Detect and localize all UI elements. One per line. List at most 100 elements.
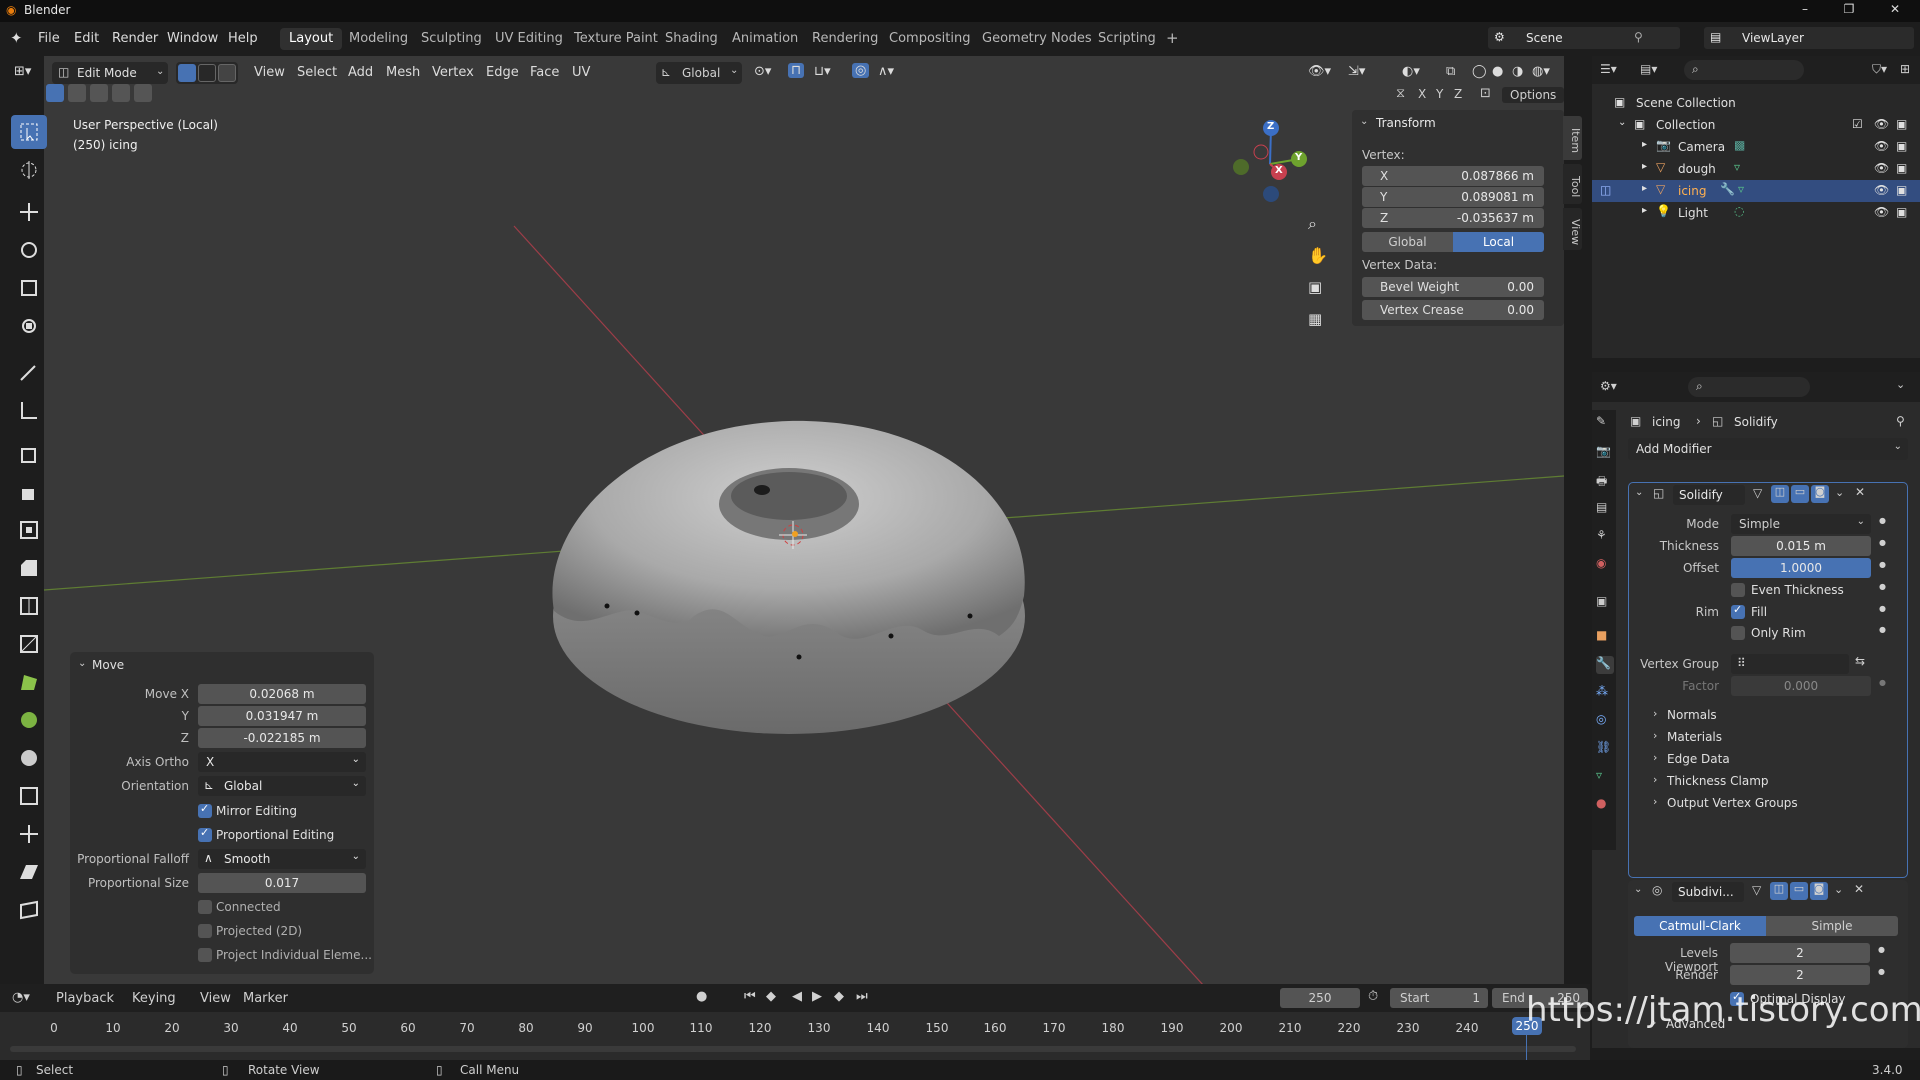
- menu-face[interactable]: Face: [530, 65, 559, 80]
- filter-icon[interactable]: ⛉▾: [1872, 62, 1887, 77]
- world-tab-icon[interactable]: ◉: [1596, 556, 1614, 574]
- tool-tab-icon[interactable]: ✎: [1596, 414, 1614, 432]
- minimize-icon[interactable]: –: [1796, 2, 1814, 18]
- keyframe-dot-icon[interactable]: ●: [1878, 967, 1885, 976]
- properties-editor-icon[interactable]: ⚙▾: [1600, 379, 1617, 393]
- tab-texture-paint[interactable]: Texture Paint: [565, 28, 667, 50]
- mirror-z-toggle[interactable]: Z: [1454, 87, 1462, 101]
- mirror-y-toggle[interactable]: Y: [1436, 87, 1443, 101]
- menu-view[interactable]: View: [254, 65, 285, 80]
- camera-render-icon[interactable]: ▣: [1896, 205, 1907, 219]
- overlay-icon[interactable]: ◐▾: [1402, 64, 1420, 79]
- editor-type-icon[interactable]: ⊞▾: [14, 64, 31, 79]
- jump-start-icon[interactable]: ⏮: [744, 989, 756, 1004]
- rim-fill-checkbox[interactable]: [1731, 603, 1745, 619]
- even-thickness-checkbox[interactable]: [1731, 583, 1745, 597]
- chevron-down-icon[interactable]: ⌄: [1834, 883, 1843, 896]
- rip-region-tool[interactable]: [11, 893, 47, 927]
- simple-toggle[interactable]: Simple: [1766, 916, 1898, 936]
- transform-tool[interactable]: [11, 309, 47, 343]
- vertex-z-field[interactable]: Z -0.035637 m: [1362, 208, 1544, 228]
- axis-ortho-dropdown[interactable]: X ⌄: [198, 752, 366, 772]
- new-collection-icon[interactable]: ⊞: [1900, 62, 1910, 76]
- orientation-dropdown[interactable]: ⊾ Global ⌄: [198, 776, 366, 796]
- select-new-icon[interactable]: [46, 84, 64, 102]
- render-toggle-icon[interactable]: ◙: [1811, 485, 1829, 503]
- chevron-right-icon[interactable]: ▸: [1642, 139, 1647, 150]
- viewlayer-selector[interactable]: ▤ ViewLayer: [1704, 27, 1914, 49]
- factor-field[interactable]: 0.000: [1731, 676, 1871, 696]
- bevel-tool[interactable]: [11, 551, 47, 585]
- catmull-clark-toggle[interactable]: Catmull-Clark: [1634, 916, 1766, 936]
- edit-mode-toggle-icon[interactable]: ◫: [1770, 882, 1788, 900]
- keyframe-dot-icon[interactable]: ●: [1879, 516, 1886, 525]
- smooth-tool[interactable]: [11, 741, 47, 775]
- edge-slide-tool[interactable]: [11, 779, 47, 813]
- projected-checkbox[interactable]: [198, 924, 212, 938]
- shading-material-icon[interactable]: ◑: [1512, 64, 1523, 79]
- prev-keyframe-icon[interactable]: ◆: [766, 989, 776, 1004]
- edit-mode-toggle-icon[interactable]: ◫: [1771, 485, 1789, 503]
- pin-icon[interactable]: ⚲: [1896, 414, 1905, 428]
- outliner-editor-icon[interactable]: ☰▾: [1600, 62, 1617, 76]
- invert-arrows-icon[interactable]: ⇆: [1855, 654, 1865, 668]
- offset-field[interactable]: 1.0000: [1731, 558, 1871, 578]
- eye-icon[interactable]: 👁: [1874, 139, 1889, 153]
- material-tab-icon[interactable]: ●: [1596, 796, 1614, 814]
- physics-tab-icon[interactable]: ◎: [1596, 712, 1614, 730]
- select-extend-icon[interactable]: [68, 84, 86, 102]
- tab-item[interactable]: Item: [1563, 116, 1582, 160]
- scale-tool[interactable]: [11, 271, 47, 305]
- only-rim-checkbox[interactable]: [1731, 626, 1745, 640]
- shear-tool[interactable]: [11, 855, 47, 889]
- proportional-editing-checkbox[interactable]: [198, 826, 212, 842]
- add-cube-tool[interactable]: [11, 437, 47, 471]
- blender-menu-icon[interactable]: ✦: [10, 29, 23, 47]
- vertex-y-field[interactable]: Y 0.089081 m: [1362, 187, 1544, 207]
- menu-edge[interactable]: Edge: [486, 65, 519, 80]
- connected-checkbox[interactable]: [198, 900, 212, 914]
- viewport-toggle-icon[interactable]: ▭: [1791, 485, 1809, 503]
- menu-marker[interactable]: Marker: [243, 991, 288, 1006]
- snap-toggle-icon[interactable]: ⊓: [788, 63, 805, 78]
- scene-selector[interactable]: ⚙ Scene ⚲: [1488, 27, 1680, 49]
- transform-section-title[interactable]: Transform: [1376, 116, 1436, 130]
- chevron-right-icon[interactable]: ›: [1653, 795, 1657, 808]
- extrude-tool[interactable]: [11, 475, 47, 509]
- keyframe-dot-icon[interactable]: ●: [1879, 560, 1886, 569]
- constraints-tab-icon[interactable]: ⛓: [1596, 740, 1614, 758]
- start-frame-field[interactable]: Start 1: [1390, 988, 1488, 1008]
- data-tab-icon[interactable]: ▿: [1596, 768, 1614, 786]
- tab-sculpting[interactable]: Sculpting: [412, 28, 491, 50]
- solidify-name-field[interactable]: Solidify: [1673, 485, 1745, 505]
- render-levels-field[interactable]: 2: [1730, 965, 1870, 985]
- subpanel-thickness-clamp[interactable]: Thickness Clamp: [1667, 774, 1769, 788]
- restore-icon[interactable]: ❐: [1840, 2, 1858, 18]
- chevron-right-icon[interactable]: ▸: [1642, 205, 1647, 216]
- view-layer-tab-icon[interactable]: ▤: [1596, 500, 1614, 518]
- chevron-down-icon[interactable]: ⌄: [1634, 884, 1642, 895]
- xray-icon[interactable]: ⧉: [1446, 64, 1455, 79]
- edit-mode-indicator-icon[interactable]: ◫: [1600, 183, 1611, 197]
- tab-layout[interactable]: Layout: [280, 28, 343, 50]
- outliner-item-camera[interactable]: ▸ 📷 Camera ▩ 👁 ▣: [1592, 136, 1920, 158]
- menu-view[interactable]: View: [200, 991, 231, 1006]
- menu-add[interactable]: Add: [348, 65, 373, 80]
- options-dropdown[interactable]: Options: [1502, 87, 1565, 103]
- play-icon[interactable]: ▶: [812, 989, 822, 1004]
- vertex-x-field[interactable]: X 0.087866 m: [1362, 166, 1544, 186]
- move-panel-title[interactable]: Move: [92, 658, 124, 672]
- particles-tab-icon[interactable]: ⁂: [1596, 684, 1614, 702]
- loop-cut-tool[interactable]: [11, 589, 47, 623]
- camera-view-icon[interactable]: ▣: [1308, 278, 1322, 296]
- scene-tab-icon[interactable]: ⚘: [1596, 528, 1614, 546]
- shrink-fatten-tool[interactable]: [11, 817, 47, 851]
- edge-select-icon[interactable]: [198, 64, 216, 82]
- keyframe-dot-icon[interactable]: ●: [1879, 538, 1886, 547]
- thickness-field[interactable]: 0.015 m: [1731, 536, 1871, 556]
- collection-row[interactable]: ⌄ ▣ Collection ☑ 👁 ▣: [1592, 114, 1920, 136]
- outliner-item-icing[interactable]: ◫ ▸ ▽ icing 🔧 ▿ 👁 ▣: [1592, 180, 1920, 202]
- modifier-tab-icon[interactable]: 🔧: [1596, 656, 1614, 674]
- shading-rendered-icon[interactable]: ◍▾: [1532, 64, 1550, 79]
- chevron-right-icon[interactable]: ▸: [1642, 183, 1647, 194]
